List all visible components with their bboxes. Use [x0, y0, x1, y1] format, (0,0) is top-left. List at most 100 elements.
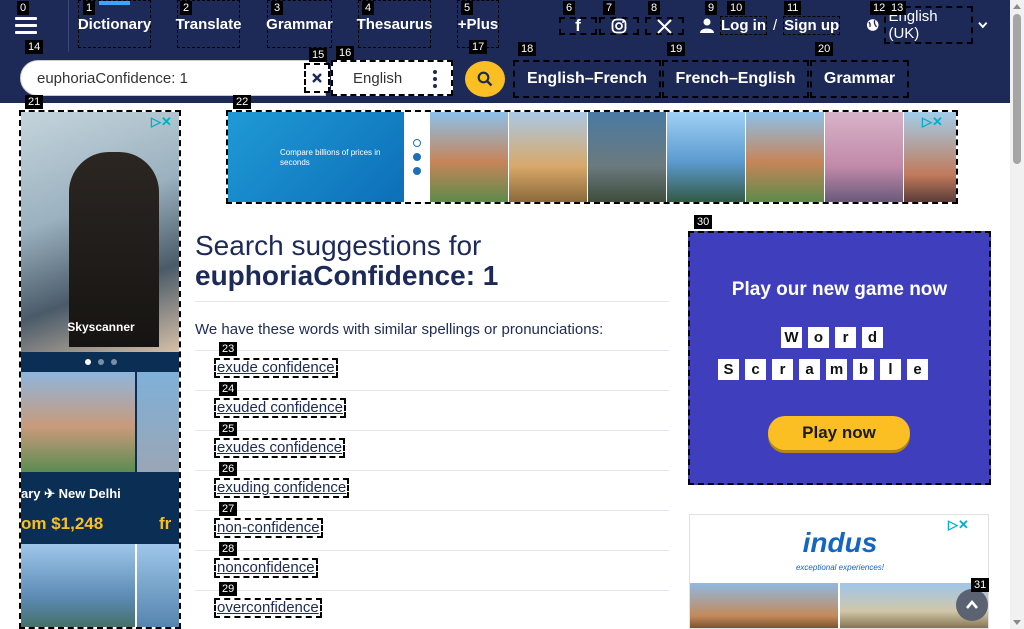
search-bar: euphoriaConfidence: 1 English English–Fr… — [0, 52, 1010, 103]
close-icon — [312, 73, 322, 83]
ad-destination-photo — [137, 544, 179, 627]
scrollbar-thumb[interactable] — [1013, 14, 1021, 164]
suggestion-link[interactable]: non-confidence — [214, 518, 323, 538]
index-tag: 6 — [563, 1, 576, 15]
index-tag: 0 — [17, 1, 30, 15]
page-title-prefix: Search suggestions for — [195, 230, 482, 261]
index-tag: 12 — [870, 1, 889, 15]
ad-destination-photo — [21, 372, 135, 472]
left-skyscraper-ad[interactable]: Skyscanner ▷✕ ary ✈ New Delhi om $1,248 … — [19, 110, 181, 629]
indus-ad[interactable]: indus exceptional experiences! ▷✕ — [689, 514, 989, 629]
index-tag: 5 — [461, 1, 474, 15]
menu-line-icon — [15, 30, 37, 34]
suggestion-link[interactable]: exuded confidence — [214, 398, 346, 418]
search-submit-button[interactable] — [465, 61, 505, 97]
menu-line-icon — [15, 16, 37, 20]
index-tag: 27 — [219, 502, 238, 516]
dictionary-language-value: English — [353, 69, 403, 87]
index-tag: 9 — [705, 1, 718, 15]
signup-link[interactable]: Sign up — [783, 15, 841, 35]
index-tag: 16 — [336, 46, 355, 60]
ad-banner-photo — [746, 112, 824, 202]
dict-link-grammar[interactable]: Grammar — [810, 60, 909, 98]
divider — [195, 350, 669, 351]
index-tag: 8 — [648, 1, 661, 15]
index-tag: 7 — [603, 1, 616, 15]
ad-banner-dots — [404, 112, 430, 202]
nav-dictionary-label: Dictionary — [77, 15, 152, 33]
index-tag: 19 — [667, 42, 686, 56]
scroll-down-arrow-icon[interactable] — [1013, 620, 1021, 625]
ad-destination-photo — [137, 372, 179, 472]
scroll-to-top-button[interactable] — [956, 589, 988, 621]
nav-plus-label: +Plus — [457, 15, 499, 33]
search-input-value: euphoriaConfidence: 1 — [37, 69, 188, 87]
ad-banner-photo — [430, 112, 508, 202]
login-link[interactable]: Log in — [720, 15, 767, 35]
chevron-down-icon — [978, 21, 988, 29]
menu-line-icon — [15, 23, 37, 27]
ad-destination-photo — [690, 583, 838, 628]
index-tag: 14 — [25, 40, 44, 54]
ad-banner-panel: Compare billions of prices in seconds — [228, 112, 404, 202]
globe-icon — [866, 19, 879, 31]
nav-thesaurus-label: Thesaurus — [356, 15, 433, 33]
site-language-switcher[interactable]: English (UK) — [866, 6, 988, 44]
suggestion-link[interactable]: exudes confidence — [214, 438, 346, 458]
index-tag: 18 — [518, 42, 537, 56]
game-ad-word-tiles: Word — [781, 327, 883, 348]
ad-destination-photo — [21, 544, 135, 627]
more-options-icon — [433, 70, 437, 88]
ad-banner-photo — [509, 112, 587, 202]
divider — [195, 301, 669, 302]
dictionary-language-select[interactable]: English — [331, 60, 453, 96]
ad-banner-photo — [667, 112, 745, 202]
x-twitter-button[interactable] — [645, 17, 684, 35]
dict-link-french-english[interactable]: French–English — [662, 60, 809, 98]
ad-banner-photo — [825, 112, 903, 202]
index-tag: 31 — [971, 578, 990, 592]
top-navigation-bar: Dictionary Translate Grammar Thesaurus +… — [0, 0, 1010, 52]
login-area: Log in / Sign up — [700, 14, 841, 36]
suggestion-link[interactable]: exude confidence — [214, 358, 338, 378]
index-tag: 28 — [219, 542, 238, 556]
search-input[interactable]: euphoriaConfidence: 1 — [20, 60, 326, 96]
index-tag: 22 — [233, 95, 252, 109]
page-title: Search suggestions for euphoriaConfidenc… — [195, 231, 670, 291]
indus-logo: indus — [802, 527, 878, 558]
ad-choices-icon[interactable]: ▷✕ — [948, 517, 969, 533]
facebook-button[interactable]: f — [559, 16, 597, 35]
nav-grammar-label: Grammar — [266, 15, 333, 33]
user-icon — [700, 18, 714, 33]
index-tag: 25 — [219, 422, 238, 436]
clear-search-button[interactable] — [304, 63, 330, 93]
index-tag: 21 — [25, 95, 44, 109]
login-separator: / — [773, 16, 778, 34]
index-tag: 2 — [180, 1, 193, 15]
ad-choices-icon[interactable]: ▷✕ — [151, 114, 172, 130]
dict-link-english-french[interactable]: English–French — [513, 60, 661, 98]
facebook-icon: f — [575, 16, 581, 35]
scroll-up-arrow-icon[interactable] — [1013, 4, 1021, 9]
suggestion-link[interactable]: overconfidence — [214, 598, 322, 618]
index-tag: 3 — [271, 1, 284, 15]
divider — [195, 470, 669, 471]
instagram-icon — [611, 18, 627, 34]
index-tag: 20 — [815, 42, 834, 56]
index-tag: 4 — [362, 1, 375, 15]
play-now-button[interactable]: Play now — [768, 416, 910, 450]
dict-link-label: Grammar — [823, 70, 896, 87]
page-scrollbar[interactable] — [1010, 0, 1024, 629]
instagram-button[interactable] — [599, 17, 639, 35]
divider — [195, 590, 669, 591]
ad-choices-icon[interactable]: ▷✕ — [922, 114, 943, 130]
ad-banner-text: Compare billions of prices in seconds — [280, 148, 381, 167]
suggestion-link[interactable]: nonconfidence — [214, 558, 318, 578]
ad-banner-photo — [588, 112, 666, 202]
suggestion-link[interactable]: exuding confidence — [214, 478, 350, 498]
divider — [195, 390, 669, 391]
chevron-up-icon — [966, 599, 978, 609]
word-scramble-game-ad[interactable]: Play our new game now Word Scramble Play… — [688, 231, 991, 485]
top-banner-ad[interactable]: Compare billions of prices in seconds ▷✕ — [226, 110, 958, 204]
index-tag: 1 — [83, 1, 96, 15]
